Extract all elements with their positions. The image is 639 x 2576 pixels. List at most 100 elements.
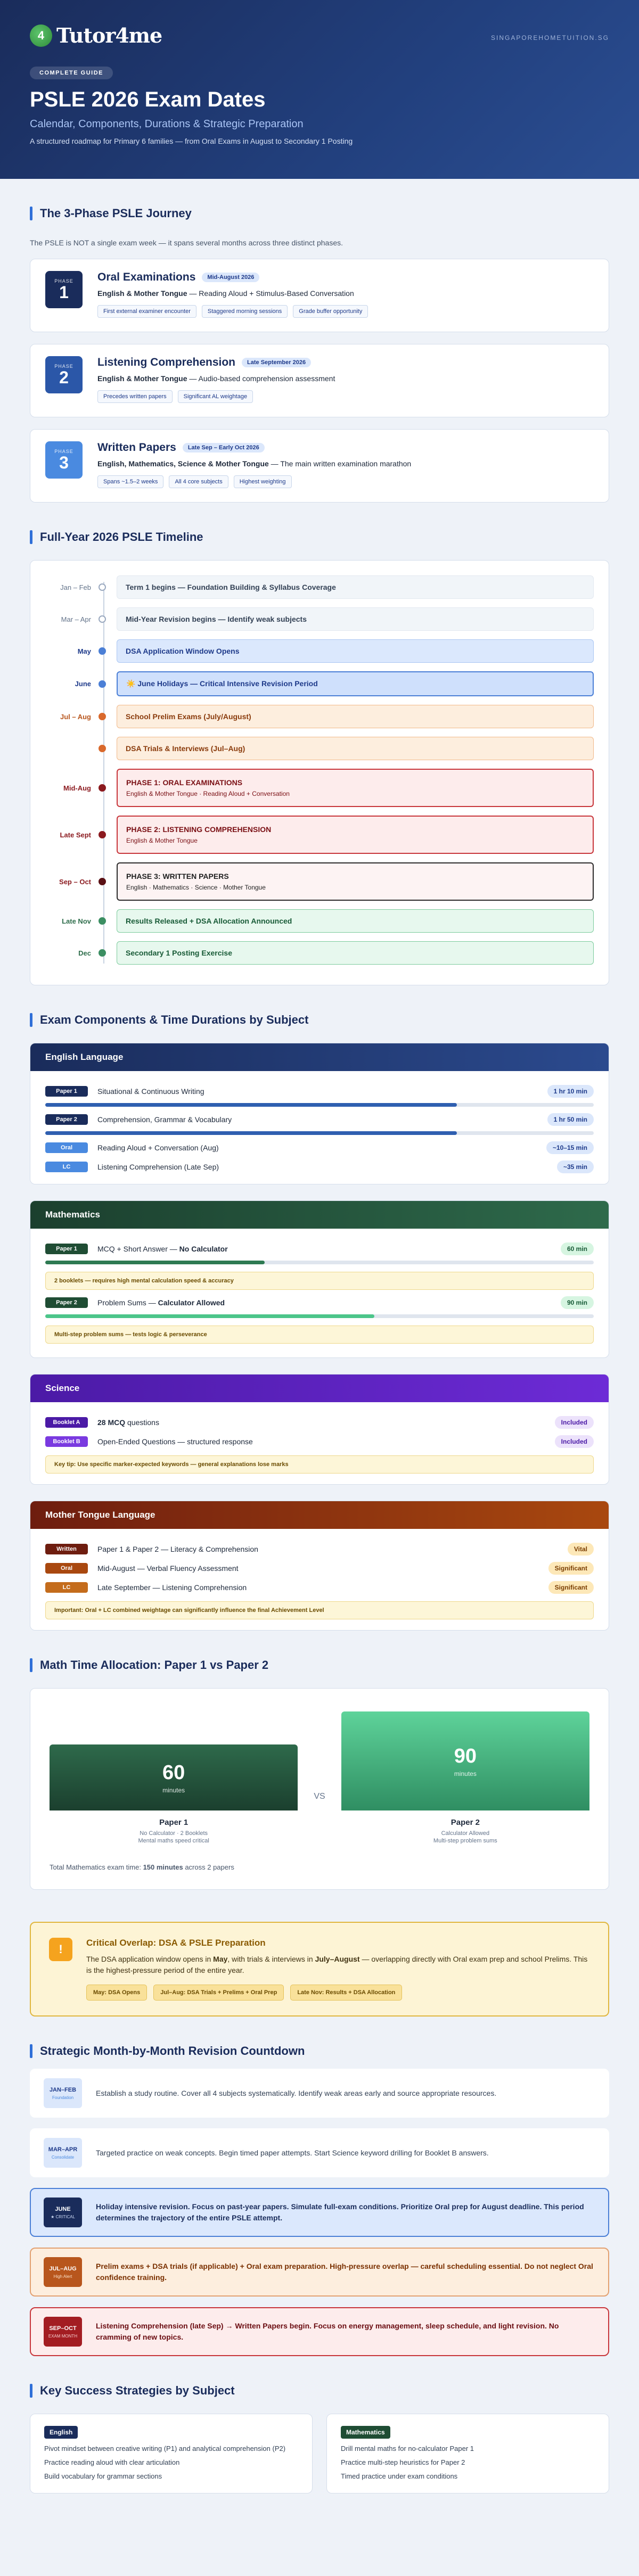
component-name: Open-Ended Questions — structured respon… bbox=[97, 1437, 555, 1446]
subject-card-english: English Language Paper 1 Situational & Con… bbox=[30, 1043, 609, 1184]
hero-banner: 4 Tutor4me SINGAPOREHOMETUITION.SG COMPL… bbox=[0, 0, 639, 179]
phase-chip: All 4 core subjects bbox=[169, 475, 228, 488]
phase-chip: Precedes written papers bbox=[97, 390, 173, 403]
timeline-date: May bbox=[77, 647, 91, 655]
timeline-row: Late Nov Results Released + DSA Allocatio… bbox=[45, 909, 594, 933]
paper2-unit: minutes bbox=[454, 1770, 477, 1777]
phase-chips: First external examiner encounter Stagger… bbox=[97, 305, 368, 318]
timeline-event: PHASE 2: LISTENING COMPREHENSION English … bbox=[117, 816, 594, 854]
countdown-text: Targeted practice on weak concepts. Begi… bbox=[96, 2148, 489, 2157]
heading-bar bbox=[30, 2384, 32, 2398]
timeline-event-title: Term 1 begins — Foundation Building & Sy… bbox=[126, 583, 336, 591]
strategies-title: Key Success Strategies by Subject bbox=[40, 2384, 235, 2397]
phase-date-tag: Mid-August 2026 bbox=[202, 273, 260, 282]
subject-header: Mother Tongue Language bbox=[30, 1501, 609, 1529]
countdown-title: Strategic Month-by-Month Revision Countd… bbox=[40, 2044, 305, 2057]
strategies-section: Key Success Strategies by Subject Englis… bbox=[30, 2384, 609, 2493]
component-badge: Oral bbox=[45, 1142, 88, 1153]
component-name: Reading Aloud + Conversation (Aug) bbox=[97, 1143, 219, 1152]
component-name-b: Open-Ended Questions — structured respon… bbox=[97, 1437, 253, 1446]
countdown-badge: JUNE ★ CRITICAL bbox=[44, 2198, 82, 2227]
component-name: Comprehension, Grammar & Vocabulary bbox=[97, 1115, 232, 1124]
phase-chips: Precedes written papers Significant AL we… bbox=[97, 390, 335, 403]
countdown-row: JAN–FEB Foundation Establish a study routi… bbox=[30, 2069, 609, 2118]
timeline-row: Jul – Aug School Prelim Exams (July/Augus… bbox=[45, 705, 594, 728]
site-url[interactable]: SINGAPOREHOMETUITION.SG bbox=[491, 34, 609, 42]
warning-icon: ! bbox=[49, 1938, 72, 1961]
ov-text-c: , with trials & interviews in bbox=[227, 1955, 315, 1963]
timeline-dot bbox=[99, 878, 106, 885]
component-duration: Vital bbox=[567, 1543, 594, 1556]
timeline-event-title: DSA Application Window Opens bbox=[126, 647, 240, 655]
component-duration: 90 min bbox=[560, 1296, 594, 1309]
timeline-event: PHASE 3: WRITTEN PAPERS English · Mathema… bbox=[117, 862, 594, 901]
phases-section: The 3-Phase PSLE Journey The PSLE is NOT… bbox=[30, 207, 609, 503]
strategy-card: English Pivot mindset between creative wr… bbox=[30, 2414, 313, 2493]
duration-bar bbox=[45, 1131, 594, 1135]
overlap-body: Critical Overlap: DSA & PSLE Preparation… bbox=[86, 1938, 590, 2001]
timeline-event-detail: English & Mother Tongue · Reading Aloud … bbox=[126, 790, 290, 797]
countdown-heading: Strategic Month-by-Month Revision Countd… bbox=[30, 2044, 609, 2058]
duration-bar bbox=[45, 1314, 594, 1318]
subject-card-mt: Mother Tongue Language Written Paper 1 & P… bbox=[30, 1501, 609, 1631]
strategies-heading: Key Success Strategies by Subject bbox=[30, 2384, 609, 2398]
paper1-minutes: 60 bbox=[162, 1761, 185, 1784]
phase-body: Listening Comprehension Late September 20… bbox=[97, 356, 335, 405]
timeline-event-title: PHASE 3: WRITTEN PAPERS bbox=[126, 872, 229, 880]
component-row: Booklet A 28 MCQ questions Included bbox=[45, 1416, 594, 1429]
timeline-row: May DSA Application Window Opens bbox=[45, 639, 594, 663]
paper2-minutes: 90 bbox=[454, 1744, 477, 1767]
subject-body: Paper 1 Situational & Continuous Writing 1… bbox=[30, 1071, 609, 1184]
phases-heading: The 3-Phase PSLE Journey bbox=[30, 207, 609, 220]
phase-title: Listening Comprehension Late September 20… bbox=[97, 356, 335, 369]
timeline-event-detail: English & Mother Tongue bbox=[126, 837, 198, 844]
duration-bar-fill bbox=[45, 1103, 457, 1107]
timeline-date: Jul – Aug bbox=[60, 712, 91, 721]
component-badge: LC bbox=[45, 1162, 88, 1172]
phase-label: PHASE bbox=[54, 364, 73, 369]
component-duration: Significant bbox=[548, 1581, 594, 1594]
phase-num-value: 2 bbox=[59, 368, 69, 387]
strategy-item: Pivot mindset between creative writing (… bbox=[44, 2445, 286, 2452]
overlap-chip: May: DSA Opens bbox=[86, 1985, 148, 2001]
phase-chips: Spans ~1.5–2 weeks All 4 core subjects Hig… bbox=[97, 475, 411, 488]
phase-card: PHASE 1 Oral Examinations Mid-August 2026 En… bbox=[30, 259, 609, 332]
component-badge: Paper 1 bbox=[45, 1244, 88, 1254]
timeline-dot bbox=[99, 784, 106, 792]
timeline-dot bbox=[99, 647, 106, 655]
countdown-month: SEP–OCT bbox=[49, 2325, 77, 2332]
timeline-event-title: PHASE 1: ORAL EXAMINATIONS bbox=[126, 778, 243, 787]
overlap-callout: ! Critical Overlap: DSA & PSLE Preparati… bbox=[30, 1922, 609, 2017]
mt-note: Important: Oral + LC combined weightage … bbox=[45, 1601, 594, 1619]
component-row: Paper 2 Comprehension, Grammar & Vocabula… bbox=[45, 1113, 594, 1126]
countdown-stage: ★ CRITICAL bbox=[51, 2214, 75, 2219]
overlap-text: The DSA application window opens in May,… bbox=[86, 1954, 590, 1976]
timeline-row: Jan – Feb Term 1 begins — Foundation Buil… bbox=[45, 575, 594, 599]
component-name: Late September — Listening Comprehension bbox=[97, 1583, 247, 1592]
page-description: A structured roadmap for Primary 6 famil… bbox=[30, 137, 353, 145]
phase-date-tag: Late Sep – Early Oct 2026 bbox=[182, 443, 265, 452]
timeline-dot bbox=[99, 713, 106, 720]
component-duration: Included bbox=[554, 1416, 594, 1429]
component-badge: Paper 2 bbox=[45, 1114, 88, 1125]
science-note: Key tip: Use specific marker-expected ke… bbox=[45, 1455, 594, 1474]
timeline-event: DSA Trials & Interviews (Jul–Aug) bbox=[117, 737, 594, 760]
countdown-stage: Foundation bbox=[52, 2095, 74, 2100]
component-name: Problem Sums — Calculator Allowed bbox=[97, 1298, 561, 1307]
ov-text-b: May bbox=[213, 1955, 228, 1963]
countdown-row: JUL–AUG High Alert Prelim exams + DSA tria… bbox=[30, 2248, 609, 2297]
guide-pill: COMPLETE GUIDE bbox=[30, 67, 113, 79]
logo-icon: 4 bbox=[30, 24, 52, 47]
components-heading: Exam Components & Time Durations by Subj… bbox=[30, 1013, 609, 1027]
phase-detail: — The main written examination marathon bbox=[268, 459, 412, 468]
timeline-date: Late Nov bbox=[62, 917, 91, 925]
countdown-text: Establish a study routine. Cover all 4 s… bbox=[96, 2088, 497, 2097]
phase-chip: Spans ~1.5–2 weeks bbox=[97, 475, 164, 488]
timeline-section: Full-Year 2026 PSLE Timeline Jan – Feb Te… bbox=[30, 530, 609, 985]
paper1-name: Paper 1 bbox=[159, 1818, 189, 1827]
paper1-desc: No Calculator · 2 Booklets bbox=[140, 1830, 208, 1837]
phase-detail: — Reading Aloud + Stimulus-Based Convers… bbox=[187, 289, 354, 298]
subject-header: Mathematics bbox=[30, 1201, 609, 1229]
timeline-event-title: ☀️ June Holidays — Critical Intensive Re… bbox=[126, 679, 318, 688]
paper2-name: Paper 2 bbox=[450, 1818, 480, 1827]
